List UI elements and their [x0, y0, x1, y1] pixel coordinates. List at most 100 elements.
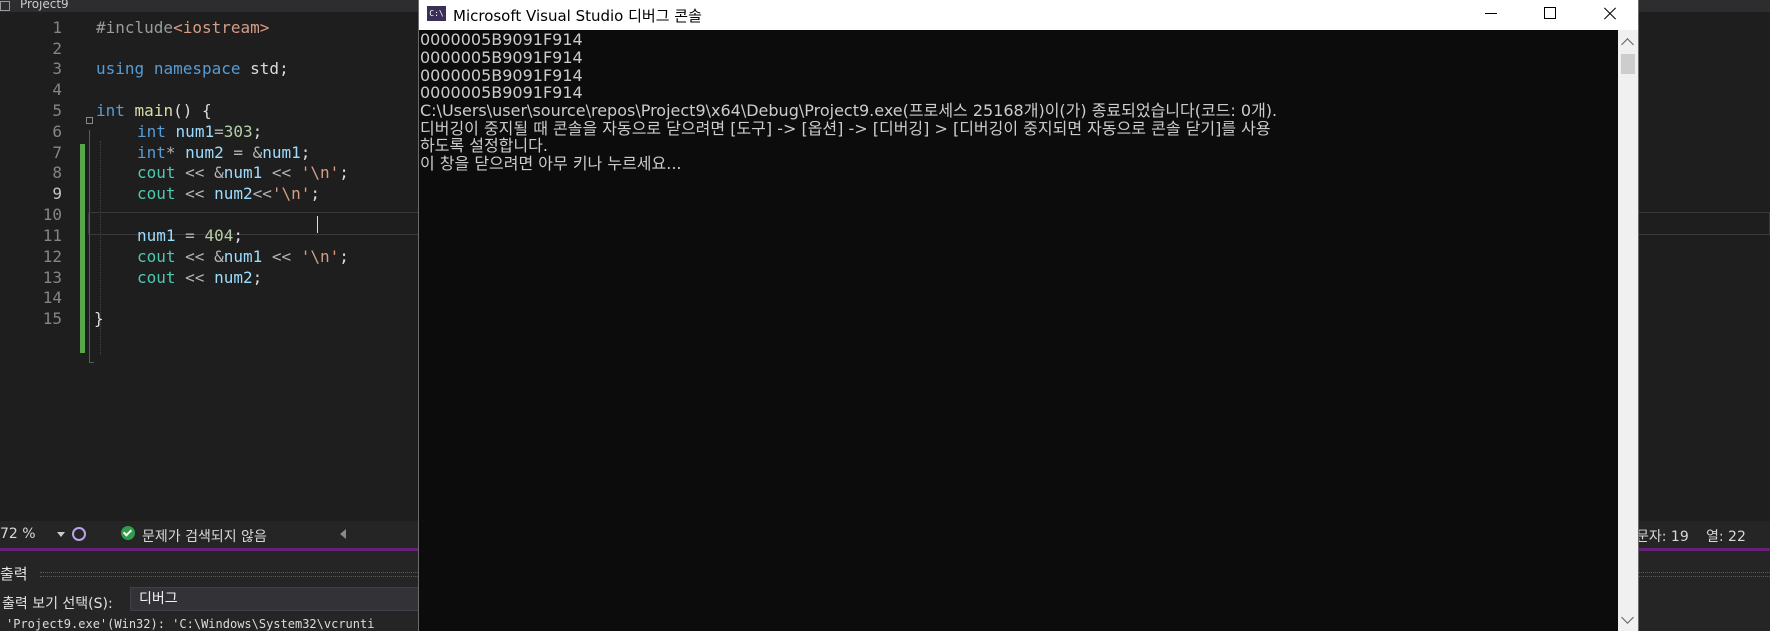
- column-position: 열: 22: [1706, 529, 1746, 545]
- operator: <<: [262, 163, 301, 182]
- console-title: Microsoft Visual Studio 디버그 콘솔: [453, 7, 702, 25]
- variable: num2: [185, 143, 224, 162]
- console-app-icon: C:\: [427, 6, 446, 21]
- line-number: 4: [52, 80, 62, 99]
- close-button[interactable]: [1582, 0, 1638, 30]
- code-line-15: }: [94, 307, 104, 330]
- zoom-dropdown-icon[interactable]: [57, 532, 65, 537]
- line-number: 5: [52, 101, 62, 120]
- variable: num1: [175, 122, 215, 141]
- operator: << &: [175, 163, 224, 182]
- code-line-8: cout << &num1 << '\n';: [137, 161, 349, 184]
- keyword: int: [137, 143, 166, 162]
- issues-status[interactable]: 문제가 검색되지 않음: [142, 526, 267, 546]
- number-literal: 404: [204, 226, 234, 245]
- console-line: C:\Users\user\source\repos\Project9\x64\…: [420, 101, 1278, 120]
- output-panel-title: 출력: [0, 565, 28, 583]
- character-position: 문자: 19: [1636, 529, 1689, 545]
- debug-console-window[interactable]: C:\ Microsoft Visual Studio 디버그 콘솔 00000…: [418, 0, 1639, 631]
- operator: <<: [175, 268, 215, 287]
- identifier: cout: [137, 163, 176, 182]
- variable: num2: [214, 184, 253, 203]
- console-line: 0000005B9091F914: [420, 83, 583, 102]
- namespace-name: std: [250, 59, 280, 78]
- console-line: 이 창을 닫으려면 아무 키나 누르세요...: [420, 154, 682, 173]
- line-number: 6: [52, 122, 62, 141]
- number-literal: 303: [223, 122, 253, 141]
- identifier: cout: [137, 184, 176, 203]
- function-name: main: [134, 101, 174, 120]
- intellicode-icon[interactable]: [72, 527, 86, 541]
- solution-icon: [0, 1, 10, 11]
- variable: num1: [223, 163, 263, 182]
- console-output[interactable]: 0000005B9091F914 0000005B9091F914 000000…: [419, 30, 1618, 631]
- punctuation: () {: [173, 101, 212, 120]
- maximize-button[interactable]: [1522, 0, 1578, 30]
- zoom-level[interactable]: 72 %: [0, 526, 36, 542]
- preprocessor-directive: #include: [96, 18, 174, 37]
- operator: =: [214, 122, 224, 141]
- keyword: using: [96, 59, 145, 78]
- variable: num1: [223, 247, 263, 266]
- console-line: 0000005B9091F914: [420, 48, 583, 67]
- output-source-label: 출력 보기 선택(S):: [2, 596, 113, 612]
- ide-title: Project9: [20, 0, 69, 11]
- keyword: int: [137, 122, 166, 141]
- code-line-5: int main() {: [96, 99, 212, 122]
- console-line: 하도록 설정합니다.: [420, 136, 548, 155]
- code-line-13: cout << num2;: [137, 266, 262, 289]
- variable: num2: [214, 268, 253, 287]
- operator: <<: [262, 247, 301, 266]
- identifier: cout: [137, 247, 176, 266]
- line-number: 14: [42, 288, 62, 307]
- identifier: cout: [137, 268, 176, 287]
- check-circle-icon: [121, 526, 135, 540]
- code-line-11: num1 = 404;: [137, 224, 243, 247]
- closing-brace: }: [94, 309, 104, 328]
- include-header: <iostream>: [173, 18, 270, 37]
- punctuation: ;: [252, 122, 263, 141]
- operator: <<: [252, 184, 272, 203]
- fold-guide: [89, 130, 90, 362]
- console-scrollbar[interactable]: [1618, 30, 1638, 631]
- punctuation: ;: [339, 163, 349, 182]
- operator: *: [165, 143, 186, 162]
- char-literal: '\n': [300, 163, 340, 182]
- operator: =: [175, 226, 205, 245]
- scroll-up-arrow-icon[interactable]: [1621, 38, 1634, 51]
- char-literal: '\n': [271, 184, 311, 203]
- line-number: 3: [52, 59, 62, 78]
- code-line-9: cout << num2<<'\n';: [137, 182, 320, 205]
- line-number: 11: [42, 226, 62, 245]
- operator: << &: [175, 247, 224, 266]
- text-caret: [317, 216, 318, 233]
- output-log-line: 'Project9.exe'(Win32): 'C:\Windows\Syste…: [6, 617, 375, 631]
- minimize-button[interactable]: [1463, 0, 1519, 30]
- scroll-left-arrow-icon[interactable]: [340, 529, 346, 539]
- line-number: 12: [42, 247, 62, 266]
- punctuation: ;: [339, 247, 349, 266]
- code-line-3: using namespace std;: [96, 57, 289, 80]
- fold-toggle-icon[interactable]: [86, 117, 93, 124]
- console-line: 0000005B9091F914: [420, 30, 583, 49]
- punctuation: ;: [300, 143, 311, 162]
- console-title-bar[interactable]: C:\ Microsoft Visual Studio 디버그 콘솔: [419, 0, 1638, 30]
- variable: num1: [262, 143, 301, 162]
- change-tracking-bar: [80, 144, 85, 353]
- operator: = &: [223, 143, 263, 162]
- variable: num1: [137, 226, 176, 245]
- fold-guide-end: [89, 362, 94, 363]
- code-line-6: int num1=303;: [137, 120, 262, 143]
- code-line-1: #include<iostream>: [96, 16, 269, 39]
- scroll-thumb[interactable]: [1621, 54, 1635, 74]
- line-number: 1: [52, 18, 62, 37]
- punctuation: ;: [279, 59, 289, 78]
- output-source-select[interactable]: 디버그: [130, 587, 420, 611]
- punctuation: ;: [252, 268, 263, 287]
- line-number: 15: [42, 309, 62, 328]
- scroll-down-arrow-icon[interactable]: [1621, 611, 1634, 624]
- operator: <<: [175, 184, 215, 203]
- char-literal: '\n': [300, 247, 340, 266]
- code-line-12: cout << &num1 << '\n';: [137, 245, 349, 268]
- punctuation: ;: [310, 184, 321, 203]
